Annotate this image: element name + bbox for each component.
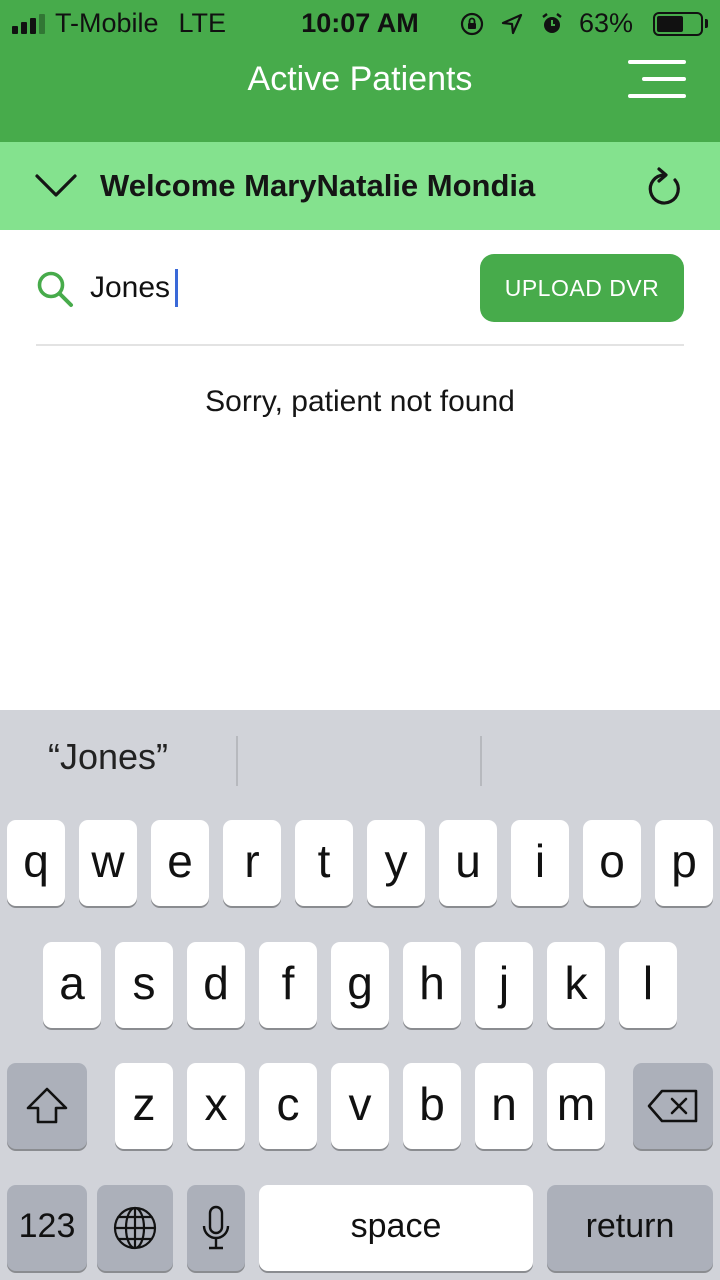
- battery-percent: 63%: [578, 8, 633, 38]
- return-key[interactable]: return: [547, 1185, 713, 1271]
- key-b[interactable]: b: [403, 1063, 461, 1149]
- key-s[interactable]: s: [115, 942, 173, 1028]
- globe-key[interactable]: [97, 1185, 173, 1271]
- key-l[interactable]: l: [619, 942, 677, 1028]
- key-v[interactable]: v: [331, 1063, 389, 1149]
- key-u[interactable]: u: [439, 820, 497, 906]
- suggestion-divider: [480, 736, 482, 786]
- key-o[interactable]: o: [583, 820, 641, 906]
- alarm-icon: [542, 12, 562, 33]
- battery-icon: [647, 11, 708, 36]
- key-n[interactable]: n: [475, 1063, 533, 1149]
- status-bar: T-Mobile LTE 10:07 AM 63%: [0, 0, 720, 48]
- chevron-down-icon[interactable]: [34, 168, 78, 204]
- key-t[interactable]: t: [295, 820, 353, 906]
- key-a[interactable]: a: [43, 942, 101, 1028]
- hamburger-menu-icon[interactable]: [628, 58, 686, 100]
- welcome-bar[interactable]: Welcome MaryNatalie Mondia: [0, 142, 720, 230]
- location-icon: [501, 13, 523, 34]
- space-key[interactable]: space: [259, 1185, 533, 1271]
- key-q[interactable]: q: [7, 820, 65, 906]
- microphone-key[interactable]: [187, 1185, 245, 1271]
- key-r[interactable]: r: [223, 820, 281, 906]
- microphone-icon: [202, 1205, 230, 1250]
- key-p[interactable]: p: [655, 820, 713, 906]
- shift-key[interactable]: [7, 1063, 87, 1149]
- header-bar: T-Mobile LTE 10:07 AM 63% Active Patient…: [0, 0, 720, 142]
- shift-icon: [26, 1087, 68, 1124]
- suggestion-item[interactable]: “Jones”: [48, 736, 168, 778]
- text-cursor: [175, 269, 178, 307]
- backspace-icon: [647, 1089, 698, 1123]
- key-j[interactable]: j: [475, 942, 533, 1028]
- orientation-lock-icon: [460, 12, 484, 35]
- key-f[interactable]: f: [259, 942, 317, 1028]
- numbers-key[interactable]: 123: [7, 1185, 87, 1271]
- key-d[interactable]: d: [187, 942, 245, 1028]
- suggestion-bar: “Jones”: [0, 710, 720, 806]
- key-h[interactable]: h: [403, 942, 461, 1028]
- key-g[interactable]: g: [331, 942, 389, 1028]
- globe-icon: [113, 1206, 157, 1250]
- page-title: Active Patients: [247, 60, 473, 98]
- search-input[interactable]: [90, 266, 450, 310]
- key-m[interactable]: m: [547, 1063, 605, 1149]
- key-c[interactable]: c: [259, 1063, 317, 1149]
- suggestion-divider: [236, 736, 238, 786]
- backspace-key[interactable]: [633, 1063, 713, 1149]
- key-e[interactable]: e: [151, 820, 209, 906]
- key-x[interactable]: x: [187, 1063, 245, 1149]
- key-w[interactable]: w: [79, 820, 137, 906]
- key-y[interactable]: y: [367, 820, 425, 906]
- refresh-icon[interactable]: [644, 166, 684, 208]
- key-z[interactable]: z: [115, 1063, 173, 1149]
- keyboard: “Jones” q w e r t y u i o p a s d f g h …: [0, 710, 720, 1280]
- not-found-message: Sorry, patient not found: [205, 385, 515, 418]
- welcome-text: Welcome MaryNatalie Mondia: [100, 168, 536, 203]
- key-i[interactable]: i: [511, 820, 569, 906]
- upload-dvr-button[interactable]: UPLOAD DVR: [480, 254, 684, 322]
- search-row: UPLOAD DVR: [36, 252, 684, 346]
- key-k[interactable]: k: [547, 942, 605, 1028]
- search-icon: [37, 271, 73, 307]
